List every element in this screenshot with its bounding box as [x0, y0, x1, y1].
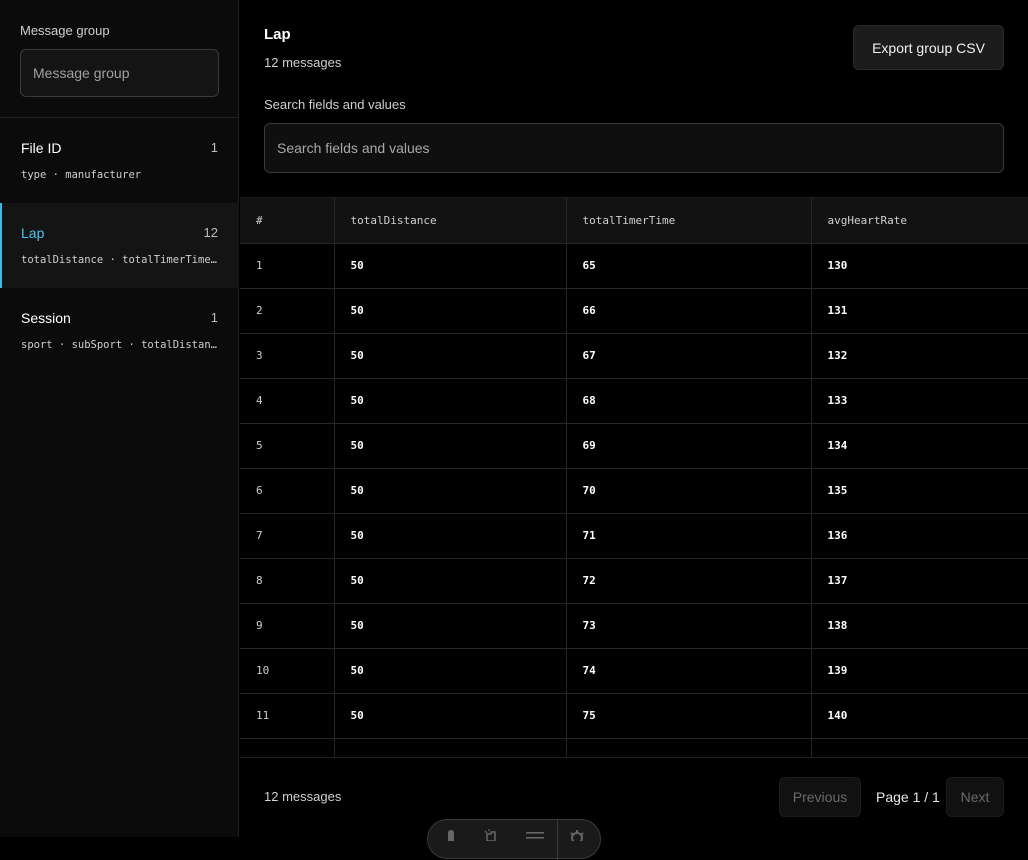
page-indicator: Page 1 / 1 — [876, 789, 940, 805]
menu-icon[interactable] — [526, 829, 544, 841]
cell-avg-heart-rate: 139 — [811, 648, 1028, 694]
cell-total-timer-time: 68 — [566, 378, 812, 424]
cell-total-distance — [334, 738, 567, 757]
cell-total-timer-time: 71 — [566, 513, 812, 559]
data-table[interactable]: # totalDistance totalTimerTime avgHeartR… — [240, 197, 1028, 758]
table-row[interactable]: 7 50 71 136 — [240, 513, 1028, 559]
cell-index: 3 — [240, 333, 335, 379]
cell-avg-heart-rate: 132 — [811, 333, 1028, 379]
sidebar-item-lap[interactable]: Lap 12 totalDistance · totalTimerTime · … — [0, 203, 239, 288]
cell-index: 6 — [240, 468, 335, 514]
cell-total-timer-time: 67 — [566, 333, 812, 379]
cell-avg-heart-rate: 134 — [811, 423, 1028, 469]
table-row[interactable] — [240, 738, 1028, 757]
group-count: 1 — [210, 310, 218, 325]
cell-avg-heart-rate: 131 — [811, 288, 1028, 334]
cell-avg-heart-rate: 133 — [811, 378, 1028, 424]
group-fields: totalDistance · totalTimerTime · avgHear… — [21, 254, 217, 266]
page-title: Lap — [264, 26, 291, 43]
cell-total-timer-time: 73 — [566, 603, 812, 649]
cell-index: 7 — [240, 513, 335, 559]
cell-total-timer-time: 74 — [566, 648, 812, 694]
search-label: Search fields and values — [264, 97, 406, 112]
cell-avg-heart-rate: 138 — [811, 603, 1028, 649]
table-row[interactable]: 4 50 68 133 — [240, 378, 1028, 424]
cell-index: 11 — [240, 693, 335, 739]
group-name: Session — [21, 310, 71, 326]
cell-total-distance: 50 — [334, 423, 567, 469]
cell-total-timer-time: 66 — [566, 288, 812, 334]
group-fields: sport · subSport · totalDistance · total… — [21, 339, 217, 351]
cell-index — [240, 738, 335, 757]
group-name: Lap — [21, 225, 45, 241]
column-header-index: # — [240, 198, 335, 244]
sidebar: Message group File ID 1 type · manufactu… — [0, 0, 239, 837]
table-row[interactable]: 3 50 67 132 — [240, 333, 1028, 379]
cell-total-distance: 50 — [334, 288, 567, 334]
cell-total-distance: 50 — [334, 648, 567, 694]
footer-message-count: 12 messages — [264, 789, 342, 804]
table-row[interactable]: 10 50 74 139 — [240, 648, 1028, 694]
cell-total-timer-time: 65 — [566, 243, 812, 289]
gear-icon[interactable] — [568, 829, 586, 841]
table-header-row: # totalDistance totalTimerTime avgHeartR… — [240, 198, 1028, 244]
main-panel: Lap 12 messages Export group CSV Search … — [240, 0, 1028, 837]
cell-avg-heart-rate: 140 — [811, 693, 1028, 739]
next-page-button[interactable]: Next — [946, 777, 1004, 817]
column-header-total-timer-time: totalTimerTime — [566, 198, 812, 244]
cell-index: 8 — [240, 558, 335, 604]
table-row[interactable]: 1 50 65 130 — [240, 243, 1028, 289]
cell-index: 10 — [240, 648, 335, 694]
table-row[interactable]: 11 50 75 140 — [240, 693, 1028, 739]
group-count: 12 — [203, 225, 218, 240]
cell-total-timer-time: 75 — [566, 693, 812, 739]
cell-index: 9 — [240, 603, 335, 649]
cell-index: 2 — [240, 288, 335, 334]
cell-total-distance: 50 — [334, 558, 567, 604]
sidebar-item-session[interactable]: Session 1 sport · subSport · totalDistan… — [0, 288, 239, 373]
cell-total-timer-time: 69 — [566, 423, 812, 469]
toolbar-separator — [557, 820, 558, 860]
cell-total-distance: 50 — [334, 513, 567, 559]
table-body: 1 50 65 130 2 50 66 131 3 50 67 132 4 50 68 133 5 50 69 134… — [240, 243, 1028, 757]
table-row[interactable]: 2 50 66 131 — [240, 288, 1028, 334]
cell-total-distance: 50 — [334, 243, 567, 289]
cell-total-timer-time: 72 — [566, 558, 812, 604]
export-csv-button[interactable]: Export group CSV — [853, 25, 1004, 70]
cell-total-distance: 50 — [334, 693, 567, 739]
table-row[interactable]: 6 50 70 135 — [240, 468, 1028, 514]
cell-index: 1 — [240, 243, 335, 289]
previous-page-button[interactable]: Previous — [779, 777, 861, 817]
group-name: File ID — [21, 140, 62, 156]
cell-avg-heart-rate: 137 — [811, 558, 1028, 604]
column-header-total-distance: totalDistance — [334, 198, 567, 244]
cell-index: 4 — [240, 378, 335, 424]
cell-total-distance: 50 — [334, 378, 567, 424]
cell-avg-heart-rate: 135 — [811, 468, 1028, 514]
floating-toolbar — [427, 819, 601, 860]
cell-total-timer-time — [566, 738, 812, 757]
group-fields: type · manufacturer — [21, 169, 142, 181]
group-count: 1 — [210, 140, 218, 155]
cell-total-distance: 50 — [334, 603, 567, 649]
pointer-click-icon[interactable] — [482, 829, 500, 841]
cell-avg-heart-rate: 130 — [811, 243, 1028, 289]
sidebar-item-file-id[interactable]: File ID 1 type · manufacturer — [0, 118, 239, 203]
table-row[interactable]: 5 50 69 134 — [240, 423, 1028, 469]
message-group-input[interactable] — [20, 49, 219, 97]
cell-avg-heart-rate — [811, 738, 1028, 757]
message-group-label: Message group — [20, 23, 110, 38]
column-header-avg-heart-rate: avgHeartRate — [811, 198, 1028, 244]
message-count: 12 messages — [264, 55, 342, 70]
search-input[interactable] — [264, 123, 1004, 173]
table-row[interactable]: 8 50 72 137 — [240, 558, 1028, 604]
cell-total-timer-time: 70 — [566, 468, 812, 514]
cursor-icon[interactable] — [444, 829, 462, 841]
cell-index: 5 — [240, 423, 335, 469]
table-row[interactable]: 9 50 73 138 — [240, 603, 1028, 649]
cell-total-distance: 50 — [334, 468, 567, 514]
cell-avg-heart-rate: 136 — [811, 513, 1028, 559]
cell-total-distance: 50 — [334, 333, 567, 379]
